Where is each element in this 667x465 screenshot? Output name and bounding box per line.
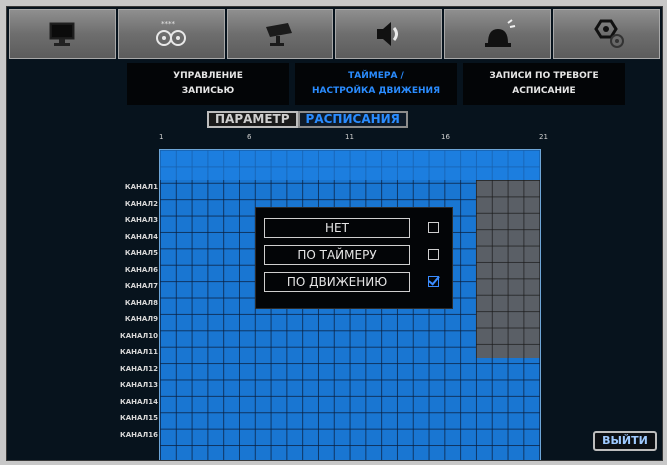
submenu-label-line1: ТАЙМЕРА /	[348, 71, 404, 81]
submenu-alarm-record[interactable]: ЗАПИСИ ПО ТРЕВОГЕ АСПИСАНИЕ	[463, 63, 625, 105]
camera-button[interactable]	[226, 9, 334, 59]
channel-label: КАНАЛ5	[124, 249, 158, 257]
ruler-tick-label: 11	[345, 133, 354, 141]
record-mode-motion-checkbox[interactable]	[428, 276, 439, 287]
alarm-button[interactable]	[444, 9, 552, 59]
record-button[interactable]: ****	[117, 9, 225, 59]
channel-label: КАНАЛ13	[120, 381, 158, 389]
schedule-grid-header-row[interactable]	[160, 150, 540, 180]
tab-schedule[interactable]: РАСПИСАНИЯ	[297, 111, 408, 128]
speaker-button[interactable]	[335, 9, 443, 59]
submenu-label-line2: НАСТРОЙКА ДВИЖЕНИЯ	[311, 86, 441, 96]
submenu-label-line2: АСПИСАНИЕ	[512, 86, 576, 96]
channel-label: КАНАЛ2	[124, 199, 158, 208]
record-mode-option[interactable]: ПО ТАЙМЕРУ	[264, 245, 450, 267]
monitor-button[interactable]	[9, 9, 116, 59]
ruler-tick-label: 1	[159, 133, 164, 141]
svg-text:****: ****	[161, 20, 176, 28]
channel-label: КАНАЛ4	[124, 232, 158, 241]
record-icon: ****	[156, 20, 187, 46]
submenu-label-line2: ЗАПИСЬЮ	[181, 86, 235, 96]
submenu-record-control[interactable]: УПРАВЛЕНИЕ ЗАПИСЬЮ	[127, 63, 289, 105]
channel-label: КАНАЛ15	[120, 414, 158, 422]
camera-icon	[266, 23, 293, 46]
channel-list: КАНАЛ1 КАНАЛ2 КАНАЛ3 КАНАЛ4 КАНАЛ5 КАНАЛ…	[106, 179, 158, 443]
channel-label: КАНАЛ10	[120, 331, 158, 340]
record-mode-none-label: НЕТ	[264, 218, 410, 238]
top-icon-bar: ****	[9, 9, 660, 61]
alarm-icon	[484, 19, 515, 47]
channel-label: КАНАЛ7	[124, 282, 158, 290]
channel-label: КАНАЛ11	[120, 348, 158, 356]
hour-ruler: 1 6 11 16 21	[159, 133, 548, 147]
record-mode-motion-label: ПО ДВИЖЕНИЮ	[264, 272, 410, 292]
record-mode-option[interactable]: НЕТ	[264, 218, 450, 240]
record-mode-timer-checkbox[interactable]	[428, 249, 439, 260]
channel-label: КАНАЛ12	[120, 364, 158, 373]
submenu-label-line1: УПРАВЛЕНИЕ	[173, 71, 243, 81]
record-mode-timer-label: ПО ТАЙМЕРУ	[264, 245, 410, 265]
channel-label: КАНАЛ3	[124, 216, 158, 224]
channel-label: КАНАЛ6	[124, 265, 158, 274]
submenu-timer-motion[interactable]: ТАЙМЕРА / НАСТРОЙКА ДВИЖЕНИЯ	[295, 63, 457, 105]
record-mode-popup: НЕТ ПО ТАЙМЕРУ ПО ДВИЖЕНИЮ	[255, 207, 453, 309]
channel-label: КАНАЛ8	[124, 298, 158, 307]
channel-label: КАНАЛ1	[124, 183, 158, 191]
tab-parameter[interactable]: ПАРАМЕТР	[207, 111, 298, 128]
settings-button[interactable]	[553, 9, 660, 59]
ruler-tick-label: 21	[539, 133, 548, 141]
tab-strip: ПАРАМЕТР РАСПИСАНИЯ	[207, 111, 408, 128]
exit-button[interactable]: ВЫЙТИ	[593, 431, 657, 451]
schedule-unset-block[interactable]	[476, 180, 540, 358]
speaker-icon	[376, 22, 398, 46]
record-mode-none-checkbox[interactable]	[428, 222, 439, 233]
monitor-icon	[49, 22, 75, 46]
settings-icon	[593, 19, 624, 48]
record-mode-option[interactable]: ПО ДВИЖЕНИЮ	[264, 272, 450, 294]
channel-label: КАНАЛ16	[120, 430, 158, 439]
ruler-tick-label: 6	[247, 133, 252, 141]
dvr-screen: **** УПРАВЛЕНИЕ ЗАПИСЬЮ ТАЙМЕРА / НАСТРО…	[6, 6, 663, 461]
submenu: УПРАВЛЕНИЕ ЗАПИСЬЮ ТАЙМЕРА / НАСТРОЙКА Д…	[127, 63, 631, 105]
channel-label: КАНАЛ9	[124, 315, 158, 323]
submenu-label-line1: ЗАПИСИ ПО ТРЕВОГЕ	[489, 71, 599, 81]
ruler-tick-label: 16	[441, 133, 450, 141]
channel-label: КАНАЛ14	[120, 397, 158, 406]
